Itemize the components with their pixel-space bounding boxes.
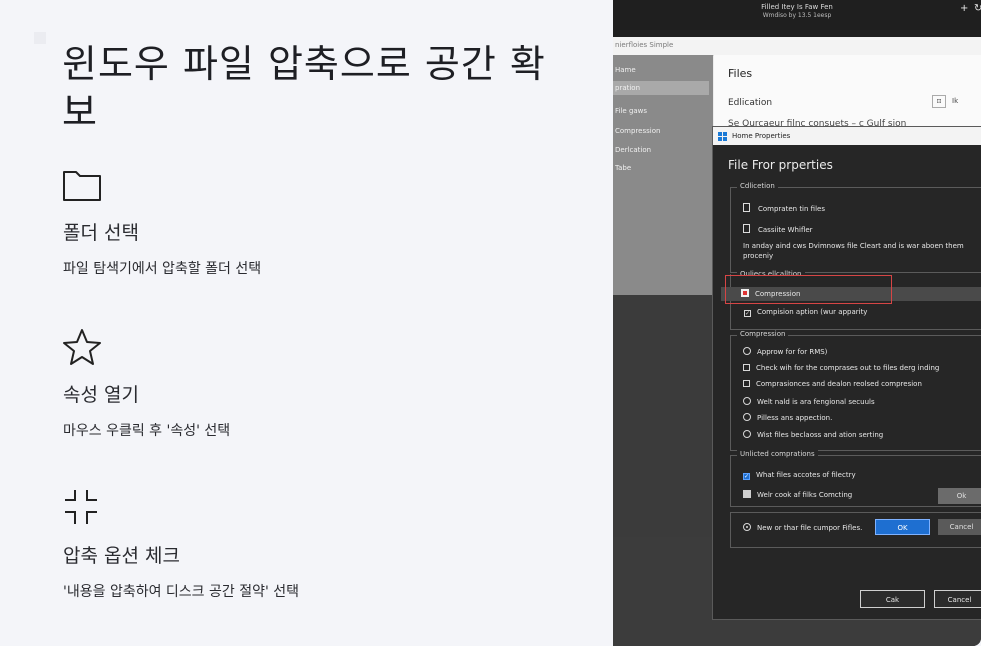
dialog-title: Home Properties [732, 132, 791, 140]
radio-icon[interactable] [743, 430, 751, 438]
group-legend: Cdlicetion [737, 182, 778, 190]
list-item[interactable]: Compraten tin files [743, 203, 825, 213]
highlight-box [725, 275, 892, 304]
checkbox-icon[interactable]: ✓ [744, 310, 751, 317]
radio-option[interactable]: Wist files beclaoss and ation serting [743, 430, 883, 439]
files-heading: Files [728, 67, 753, 80]
document-icon [743, 203, 750, 212]
radio-icon[interactable] [743, 523, 751, 531]
cancel-button[interactable]: Cancel [938, 519, 981, 535]
windows-screenshot: Filled Itey Is Faw Fen Wmdiso by 13.5 1e… [613, 0, 981, 646]
tutorial-slide: 윈도우 파일 압축으로 공간 확보 폴더 선택 파일 탐색기에서 압축할 폴더 … [0, 0, 981, 646]
group-legend: Unlicted comprations [737, 450, 818, 458]
step-2-title: 속성 열기 [63, 384, 139, 406]
step-3-title: 압축 옵션 체크 [63, 545, 180, 567]
refresh-icon[interactable]: ↻ [974, 3, 981, 14]
compress-icon [65, 490, 97, 524]
checkbox-option[interactable]: Comprasionces and dealon reolsed compres… [743, 380, 922, 388]
edit-link[interactable]: Ik [952, 97, 958, 105]
step-2-description: 마우스 우클릭 후 '속성' 선택 [63, 423, 231, 439]
step-1-description: 파일 탐색기에서 압축할 폴더 선택 [63, 261, 262, 277]
dialog-heading: File Fror prperties [728, 158, 833, 172]
sidebar-item[interactable]: Compression [615, 127, 660, 135]
compression-group: Compression Approw for for RMS) Check wi… [730, 330, 981, 451]
radio-icon[interactable] [743, 347, 751, 355]
add-icon[interactable]: + [960, 3, 968, 14]
checkbox-filled-icon[interactable] [743, 490, 751, 498]
radio-icon[interactable] [743, 397, 751, 405]
radio-option[interactable]: Pilless ans appection. [743, 413, 832, 422]
radio-option[interactable]: Approw for for RMS) [743, 347, 827, 356]
sidebar-item[interactable]: File gaws [615, 107, 647, 115]
group-note: In anday aind cws Dvimnows file Cleart a… [743, 242, 964, 260]
bottom-cancel-button[interactable]: Cancel [934, 590, 981, 608]
collection-group: Cdlicetion Compraten tin files Cassiite … [730, 182, 981, 273]
checkbox-option[interactable]: ✓ What files accotes of filectry [743, 471, 856, 480]
edit-button[interactable]: ⊡ [932, 95, 946, 108]
group-legend: Compression [737, 330, 789, 338]
explorer-path[interactable]: nierfloies Simple [615, 41, 673, 49]
properties-dialog: Home Properties File Fror prperties Cdli… [712, 126, 981, 620]
windows-logo-icon [718, 132, 727, 141]
radio-icon[interactable] [743, 413, 751, 421]
ok-button[interactable]: OK [875, 519, 930, 535]
sidebar-item[interactable]: Tabe [615, 164, 631, 172]
corner-mark [34, 32, 46, 44]
bottom-ok-button[interactable]: Cak [860, 590, 925, 608]
explorer-header: nierfloies Simple [613, 37, 981, 56]
sidebar-item[interactable]: pration [615, 84, 640, 92]
folder-icon [63, 171, 101, 201]
window-title: Filled Itey Is Faw Fen [761, 3, 833, 11]
footer-option[interactable]: New or thar file cumpor Fifles. [743, 523, 862, 532]
small-ok-button[interactable]: Ok [938, 488, 981, 504]
checkbox-checked-icon[interactable]: ✓ [743, 473, 750, 480]
page-title: 윈도우 파일 압축으로 공간 확보 [62, 42, 546, 134]
checkbox-option[interactable]: Welr cook af filks Comcting [743, 490, 852, 499]
radio-option[interactable]: Welt nald is ara fengional secuuls [743, 397, 875, 406]
sidebar-item[interactable]: Derlcation [615, 146, 651, 154]
checkbox-icon[interactable] [743, 364, 750, 371]
window-titlebar: Filled Itey Is Faw Fen Wmdiso by 13.5 1e… [613, 0, 981, 37]
star-icon [63, 329, 101, 365]
edit-label: Edlication [728, 98, 773, 108]
compression-option[interactable]: ✓ Compision aption (wur apparity [744, 308, 867, 317]
checkbox-option[interactable]: Check wih for the comprases out to files… [743, 364, 939, 372]
list-item[interactable]: Cassiite Whifler [743, 224, 813, 234]
step-1-title: 폴더 선택 [63, 222, 139, 244]
step-3-description: '내용을 압축하여 디스크 공간 절약' 선택 [63, 584, 300, 600]
sidebar-lower [613, 295, 713, 537]
document-icon [743, 224, 750, 233]
checkbox-icon[interactable] [743, 380, 750, 387]
sidebar-item[interactable]: Hame [615, 66, 636, 74]
guide-panel: 윈도우 파일 압축으로 공간 확보 폴더 선택 파일 탐색기에서 압축할 폴더 … [0, 0, 613, 646]
explorer-sidebar: Hame pration File gaws Compression Derlc… [613, 55, 713, 295]
dialog-titlebar: Home Properties [713, 127, 981, 145]
window-subtitle: Wmdiso by 13.5 1eesp [762, 12, 832, 19]
